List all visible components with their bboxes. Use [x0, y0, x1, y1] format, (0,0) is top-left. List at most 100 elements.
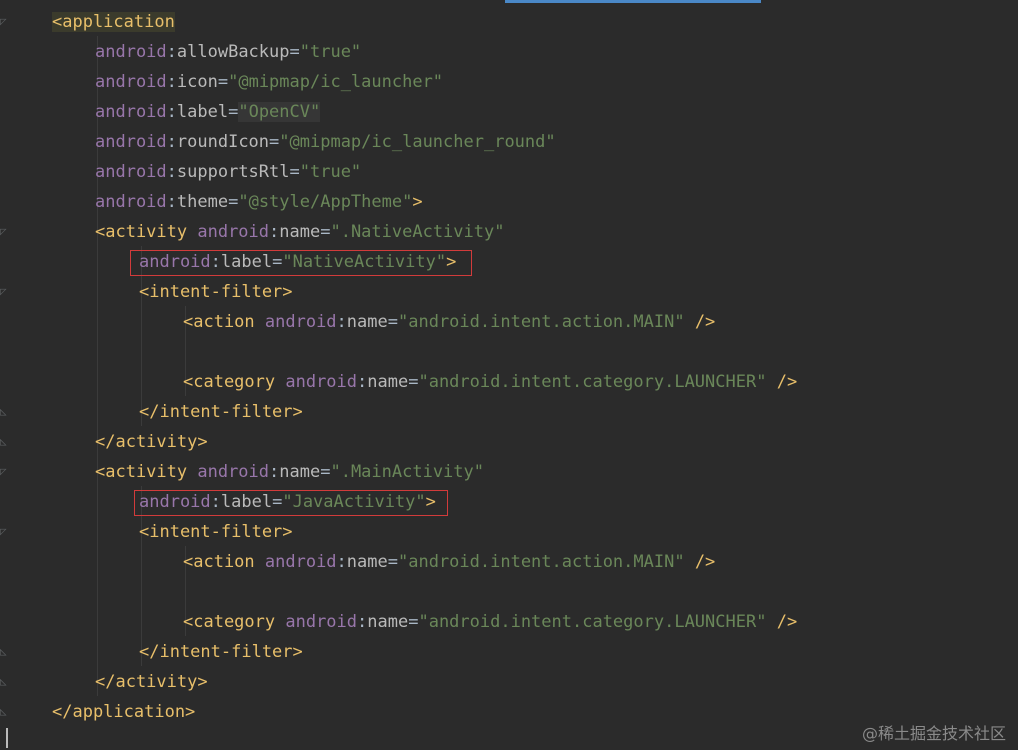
fold-end-marker-icon[interactable]: ◺ — [0, 646, 9, 657]
code-token: name — [367, 372, 409, 392]
code-line[interactable]: <application — [52, 7, 175, 37]
code-token: supportsRtl — [176, 162, 290, 182]
code-token: </activity> — [95, 672, 208, 692]
code-token: = — [269, 132, 280, 152]
code-token: = — [289, 42, 300, 62]
code-line[interactable]: android:icon="@mipmap/ic_launcher" — [95, 67, 443, 97]
editor-gutter[interactable]: ◸ ◸ ◸ ◺ ◺ ◸ ◸ ◺ ◺ ◺ — [0, 0, 14, 750]
code-token: <intent-filter> — [139, 282, 293, 302]
code-line[interactable]: </application> — [52, 697, 195, 727]
code-token: : — [166, 72, 177, 92]
code-token: > — [412, 192, 423, 212]
code-token: android — [95, 42, 167, 62]
code-token: : — [166, 42, 177, 62]
code-token: android — [95, 102, 167, 122]
fold-marker-icon[interactable]: ◸ — [0, 226, 9, 237]
code-token: /> — [766, 612, 798, 632]
code-token: <category — [183, 372, 286, 392]
code-token: <activity — [95, 462, 198, 482]
code-token: android — [197, 462, 270, 482]
code-token: <application — [52, 12, 175, 32]
code-token: icon — [176, 72, 218, 92]
code-token: = — [228, 102, 239, 122]
code-token: = — [408, 372, 419, 392]
code-line[interactable]: </intent-filter> — [139, 397, 303, 427]
code-line[interactable]: <action android:name="android.intent.act… — [183, 307, 715, 337]
code-line[interactable]: android:roundIcon="@mipmap/ic_launcher_r… — [95, 127, 556, 157]
code-token: label — [176, 102, 229, 122]
fold-end-marker-icon[interactable]: ◺ — [0, 706, 9, 717]
fold-end-marker-icon[interactable]: ◺ — [0, 406, 9, 417]
code-token: theme — [176, 192, 229, 212]
code-token: android — [95, 72, 167, 92]
text-caret — [6, 728, 8, 748]
code-token: android — [285, 372, 358, 392]
code-line[interactable]: </activity> — [95, 427, 208, 457]
code-token: "@mipmap/ic_launcher" — [228, 72, 444, 92]
code-token: </intent-filter> — [139, 642, 303, 662]
code-token: = — [217, 72, 229, 92]
fold-marker-icon[interactable]: ◸ — [0, 16, 9, 27]
code-token: "true" — [299, 42, 362, 62]
code-token: <action — [183, 552, 265, 572]
code-line[interactable]: android:allowBackup="true" — [95, 37, 361, 67]
code-line[interactable]: <activity android:name=".MainActivity" — [95, 457, 484, 487]
code-token: name — [367, 612, 409, 632]
code-token: allowBackup — [176, 42, 290, 62]
code-token: = — [228, 192, 239, 212]
code-line[interactable]: <category android:name="android.intent.c… — [183, 607, 797, 637]
code-token: = — [320, 222, 331, 242]
code-token: : — [336, 552, 347, 572]
fold-marker-icon[interactable]: ◸ — [0, 466, 9, 477]
code-token: = — [387, 552, 398, 572]
code-line[interactable]: </activity> — [95, 667, 208, 697]
code-line[interactable]: <action android:name="android.intent.act… — [183, 547, 715, 577]
code-token: </application> — [52, 702, 196, 722]
code-token: /> — [684, 312, 716, 332]
code-token: <action — [183, 312, 265, 332]
code-token: android — [264, 552, 337, 572]
code-token: android — [197, 222, 270, 242]
code-token: <intent-filter> — [139, 522, 293, 542]
code-token: name — [279, 462, 321, 482]
fold-end-marker-icon[interactable]: ◺ — [0, 436, 9, 447]
code-token: : — [336, 312, 347, 332]
code-token: "@style/AppTheme" — [238, 192, 413, 212]
code-token: android — [95, 162, 167, 182]
code-token: android — [264, 312, 337, 332]
code-line[interactable]: </intent-filter> — [139, 637, 303, 667]
code-token: : — [166, 132, 177, 152]
code-token: : — [269, 222, 280, 242]
fold-marker-icon[interactable]: ◸ — [0, 526, 9, 537]
code-line[interactable]: android:label="OpenCV" — [95, 97, 321, 127]
code-token: <activity — [95, 222, 198, 242]
code-token: ".MainActivity" — [330, 462, 484, 482]
code-token: "android.intent.action.MAIN" — [398, 312, 685, 332]
code-token: "android.intent.category.LAUNCHER" — [418, 372, 767, 392]
editor-top-bar — [0, 0, 1018, 3]
code-token: : — [357, 372, 368, 392]
code-token: : — [166, 192, 177, 212]
code-line[interactable]: <category android:name="android.intent.c… — [183, 367, 797, 397]
code-line[interactable]: <activity android:name=".NativeActivity" — [95, 217, 504, 247]
code-token: "true" — [299, 162, 362, 182]
code-line[interactable]: <intent-filter> — [139, 277, 293, 307]
code-token: roundIcon — [176, 132, 270, 152]
code-token: <category — [183, 612, 286, 632]
code-token: = — [408, 612, 419, 632]
code-token: /> — [684, 552, 716, 572]
fold-end-marker-icon[interactable]: ◺ — [0, 676, 9, 687]
code-token: </intent-filter> — [139, 402, 303, 422]
code-token: : — [269, 462, 280, 482]
code-token: /> — [766, 372, 798, 392]
code-token: android — [95, 132, 167, 152]
code-token: name — [346, 312, 388, 332]
highlight-box-native-label — [130, 250, 472, 276]
code-token: "android.intent.category.LAUNCHER" — [418, 612, 767, 632]
code-line[interactable]: <intent-filter> — [139, 517, 293, 547]
code-line[interactable]: android:supportsRtl="true" — [95, 157, 361, 187]
code-token: name — [279, 222, 321, 242]
active-tab-indicator[interactable] — [505, 0, 761, 3]
code-line[interactable]: android:theme="@style/AppTheme"> — [95, 187, 423, 217]
fold-marker-icon[interactable]: ◸ — [0, 286, 9, 297]
